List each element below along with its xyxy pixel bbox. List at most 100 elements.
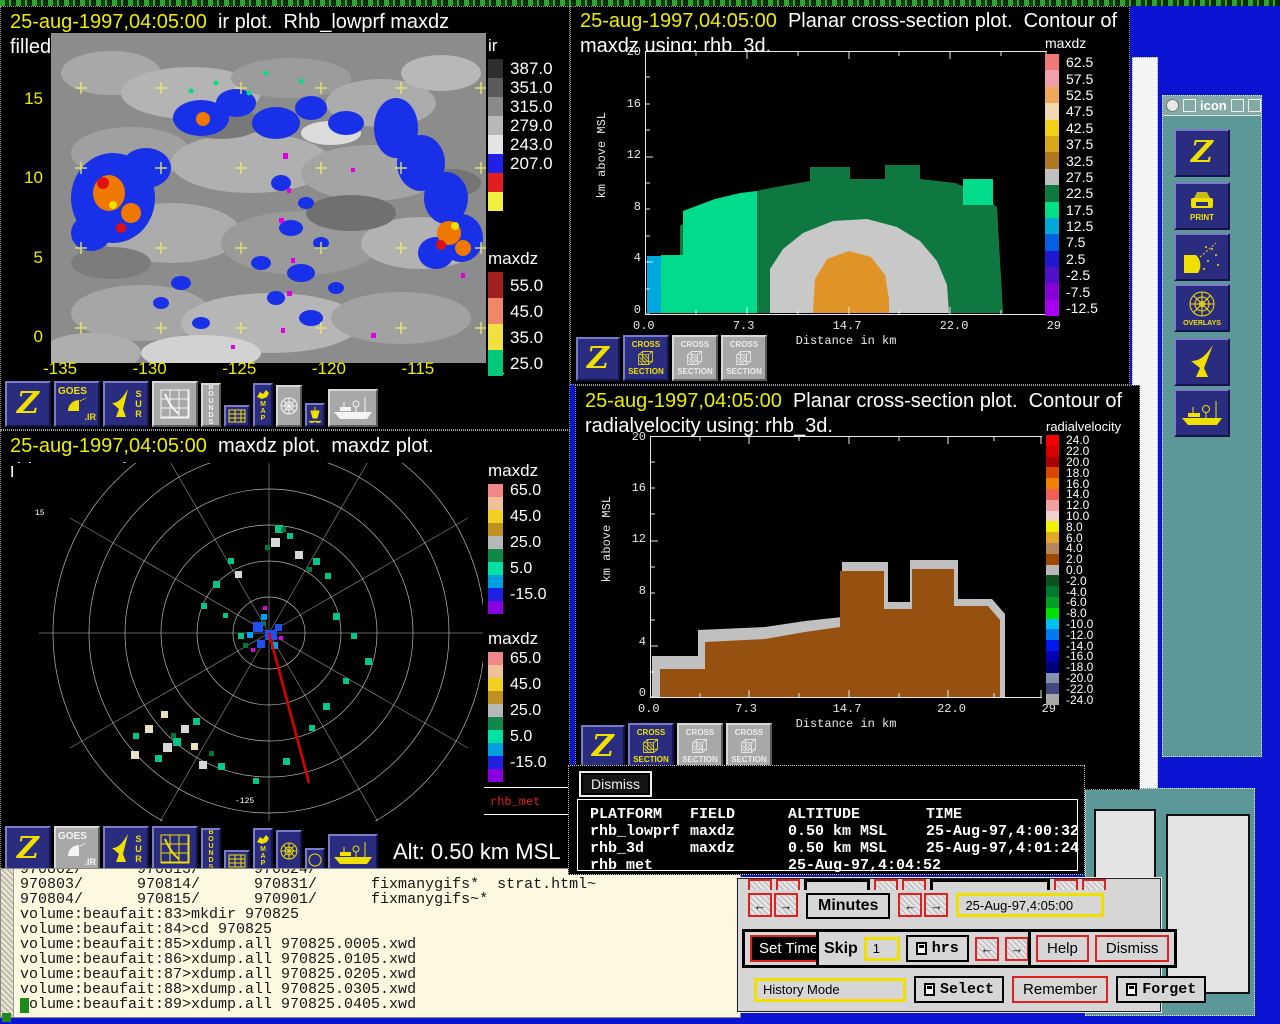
zebra-menu-button[interactable]: Z bbox=[5, 826, 51, 872]
menu-icon bbox=[924, 983, 935, 996]
ship-icon bbox=[332, 839, 374, 867]
printer-icon bbox=[1187, 190, 1217, 214]
cross-section-button-active[interactable]: CROSS SECTION bbox=[628, 723, 674, 769]
sat-y-axis-ticks: 151050 bbox=[7, 89, 43, 347]
buoy-button[interactable] bbox=[305, 403, 325, 427]
select-menu-button[interactable]: Select bbox=[914, 976, 1004, 1003]
grid-icon bbox=[157, 831, 193, 867]
map-label: MAP bbox=[260, 401, 267, 422]
history-mode-field[interactable]: History Mode bbox=[754, 978, 906, 1002]
help-button[interactable]: Help bbox=[1036, 935, 1089, 962]
dismiss-button[interactable]: Dismiss bbox=[1095, 935, 1170, 962]
minute-back-button[interactable]: ← bbox=[898, 893, 922, 917]
step-forward-button[interactable]: → bbox=[774, 893, 798, 917]
skip-back-button[interactable]: ← bbox=[975, 937, 999, 961]
time-field[interactable]: 25-Aug-97,4:05:00 bbox=[956, 893, 1104, 917]
polar-grid-button[interactable] bbox=[276, 385, 302, 427]
sur-label: SUR bbox=[134, 389, 143, 419]
grid-overlay-button[interactable] bbox=[152, 826, 198, 872]
minutes-label: Minutes bbox=[806, 893, 890, 919]
surveillance-radar-button[interactable]: SUR bbox=[103, 381, 149, 427]
terminal-window[interactable]: 970802/ 970813/ 970824/970803/ 970814/ 9… bbox=[0, 868, 741, 1018]
skip-label: Skip bbox=[824, 940, 858, 958]
clipped-button[interactable] bbox=[902, 879, 926, 890]
cross-section-button[interactable]: CROSS SECTION bbox=[672, 335, 718, 381]
clipped-frame bbox=[804, 879, 870, 890]
circle-icon bbox=[307, 852, 323, 868]
xsection-plot[interactable] bbox=[650, 436, 1042, 698]
print-button[interactable]: PRINT bbox=[1174, 182, 1230, 230]
radar-ppi-display[interactable]: 15 -125 bbox=[13, 463, 483, 821]
grid-overlay-button[interactable] bbox=[152, 381, 198, 427]
radar-antenna-button[interactable] bbox=[1174, 338, 1230, 386]
window-menu-icon[interactable] bbox=[1166, 99, 1179, 112]
cross-section-button[interactable]: CROSS SECTION bbox=[677, 723, 723, 769]
radar-antenna-icon bbox=[110, 387, 132, 421]
left-arrow-icon: ← bbox=[754, 898, 767, 913]
y-axis-ticks: 201612840 bbox=[622, 430, 646, 700]
ship-main-button[interactable] bbox=[1174, 389, 1230, 437]
colorbar-maxdz-radar-1: maxdz 65.045.025.05.0-15.0 bbox=[488, 461, 546, 614]
cube-icon bbox=[634, 349, 658, 367]
satellite-button[interactable] bbox=[1174, 233, 1230, 281]
grid-icon bbox=[157, 386, 193, 422]
xsection-plot[interactable] bbox=[645, 51, 1047, 315]
remember-button[interactable]: Remember bbox=[1012, 976, 1108, 1003]
cross-section-button-active[interactable]: CROSS SECTION bbox=[623, 335, 669, 381]
ship-button[interactable] bbox=[328, 389, 378, 427]
window-maximize-icon[interactable] bbox=[1231, 99, 1244, 112]
window-close-icon[interactable] bbox=[1248, 99, 1261, 112]
goes-ir-button[interactable]: GOES .IR bbox=[54, 381, 100, 427]
map-label: MAP bbox=[260, 846, 267, 867]
skip-value-field[interactable]: 1 bbox=[864, 937, 900, 961]
overlays-button[interactable]: OVERLAYS bbox=[1174, 284, 1230, 332]
minute-forward-button[interactable]: → bbox=[924, 893, 948, 917]
clipped-button[interactable] bbox=[1054, 879, 1078, 890]
desktop-fragment bbox=[2, 1013, 11, 1022]
terminal-scrollbar[interactable] bbox=[1, 869, 14, 1017]
ship-button[interactable] bbox=[328, 834, 378, 872]
icon-panel-window: icon Z PRINT OVERLAYS bbox=[1162, 95, 1262, 757]
ship-icon bbox=[332, 394, 374, 422]
plot-timestamp: 25-aug-1997,04:05:00 bbox=[580, 10, 777, 32]
small-grid-icon bbox=[228, 409, 246, 423]
zebra-menu-button[interactable]: Z bbox=[581, 725, 625, 769]
step-back-button[interactable]: ← bbox=[748, 893, 772, 917]
plot-title-line1: 25-aug-1997,04:05:00 maxdz plot. maxdz p… bbox=[10, 434, 434, 459]
ring-label: 15 bbox=[35, 509, 45, 518]
zebra-logo-icon: Z bbox=[17, 389, 39, 419]
overlays-label: OVERLAYS bbox=[1183, 320, 1221, 327]
colorbar-maxdz-radar-2: maxdz 65.045.025.05.0-15.0 bbox=[488, 629, 546, 782]
polar-grid-button[interactable] bbox=[276, 830, 302, 872]
cross-section-button[interactable]: CROSS SECTION bbox=[726, 723, 772, 769]
cross-section-button[interactable]: CROSS SECTION bbox=[721, 335, 767, 381]
plot-timestamp: 25-aug-1997,04:05:00 bbox=[585, 390, 782, 412]
forget-menu-button[interactable]: Forget bbox=[1116, 976, 1206, 1003]
satellite-image[interactable] bbox=[51, 33, 486, 363]
map-icon bbox=[256, 834, 270, 846]
zebra-main-button[interactable]: Z bbox=[1174, 129, 1230, 177]
satellite-beam-icon bbox=[1182, 239, 1222, 275]
zebra-menu-button[interactable]: Z bbox=[5, 381, 51, 427]
window-iconify-icon[interactable] bbox=[1183, 99, 1196, 112]
bounds-button[interactable]: BOUNDS bbox=[201, 383, 221, 427]
plot-title-line1: 25-aug-1997,04:05:00 ir plot. Rhb_lowprf… bbox=[10, 10, 449, 35]
surveillance-radar-button[interactable]: SUR bbox=[103, 826, 149, 872]
small-grid-icon bbox=[228, 854, 246, 868]
bounds-button[interactable]: BOUNDS bbox=[201, 828, 221, 872]
zebra-menu-button[interactable]: Z bbox=[576, 337, 620, 381]
clipped-button[interactable] bbox=[748, 879, 772, 890]
clipped-button[interactable] bbox=[776, 879, 800, 890]
dismiss-button[interactable]: Dismiss bbox=[579, 771, 652, 797]
skip-forward-button[interactable]: → bbox=[1005, 937, 1029, 961]
goes-ir-button[interactable]: GOES .IR bbox=[54, 826, 100, 872]
skip-units-menu[interactable]: hrs bbox=[906, 935, 969, 962]
clipped-button-row bbox=[738, 879, 1160, 890]
map-button[interactable]: MAP bbox=[253, 828, 273, 872]
icon-panel-titlebar[interactable]: icon bbox=[1163, 96, 1261, 116]
map-button[interactable]: MAP bbox=[253, 383, 273, 427]
small-grid-button[interactable] bbox=[224, 405, 250, 427]
clipped-button[interactable] bbox=[874, 879, 898, 890]
menu-icon bbox=[916, 942, 927, 955]
clipped-button[interactable] bbox=[1082, 879, 1106, 890]
